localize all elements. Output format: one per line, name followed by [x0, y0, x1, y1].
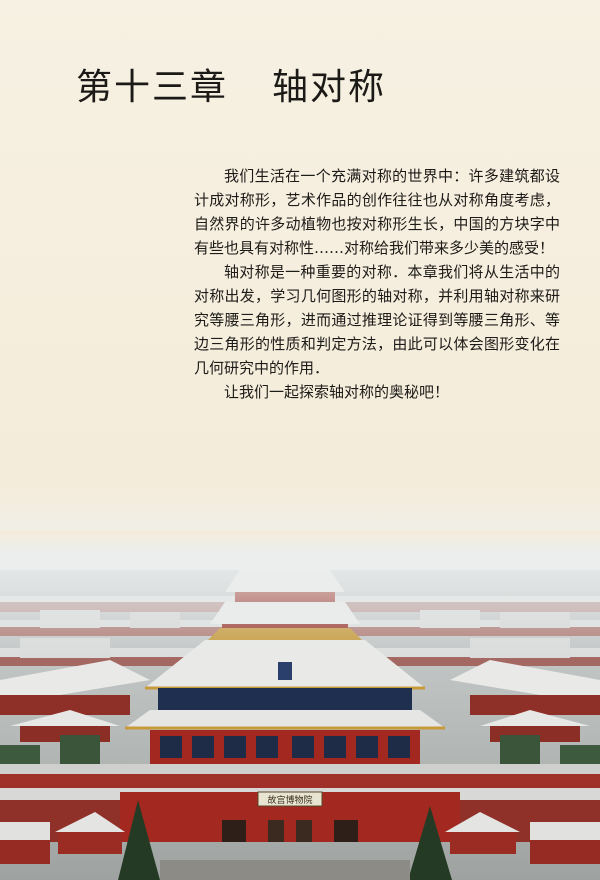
plaza-ground: [160, 860, 410, 880]
mist-overlay: [0, 530, 600, 660]
chapter-name: 轴对称: [272, 67, 387, 108]
intro-paragraph-2: 轴对称是一种重要的对称．本章我们将从生活中的对称出发，学习几何图形的轴对称，并利…: [194, 263, 560, 377]
forbidden-city-photo: 故宫博物院: [0, 530, 600, 880]
terrace-wall: [0, 774, 600, 788]
chapter-number: 第十三章: [76, 67, 229, 108]
chapter-title: 第十三章 轴对称: [76, 58, 386, 110]
hall-name-board: [278, 662, 292, 680]
intro-paragraph-1: 我们生活在一个充满对称的世界中：许多建筑都设计成对称形，艺术作品的创作往往也从对…: [194, 167, 560, 257]
museum-plaque: 故宫博物院: [267, 794, 312, 806]
intro-paragraph-3: 让我们一起探索轴对称的奥秘吧！: [224, 383, 450, 401]
chapter-opening-page: 第十三章 轴对称 我们生活在一个充满对称的世界中：许多建筑都设计成对称形，艺术作品…: [0, 0, 600, 880]
forbidden-city-illustration: 故宫博物院: [0, 530, 600, 880]
terrace-top: [0, 764, 600, 774]
chapter-intro: 我们生活在一个充满对称的世界中：许多建筑都设计成对称形，艺术作品的创作往往也从对…: [194, 164, 560, 404]
